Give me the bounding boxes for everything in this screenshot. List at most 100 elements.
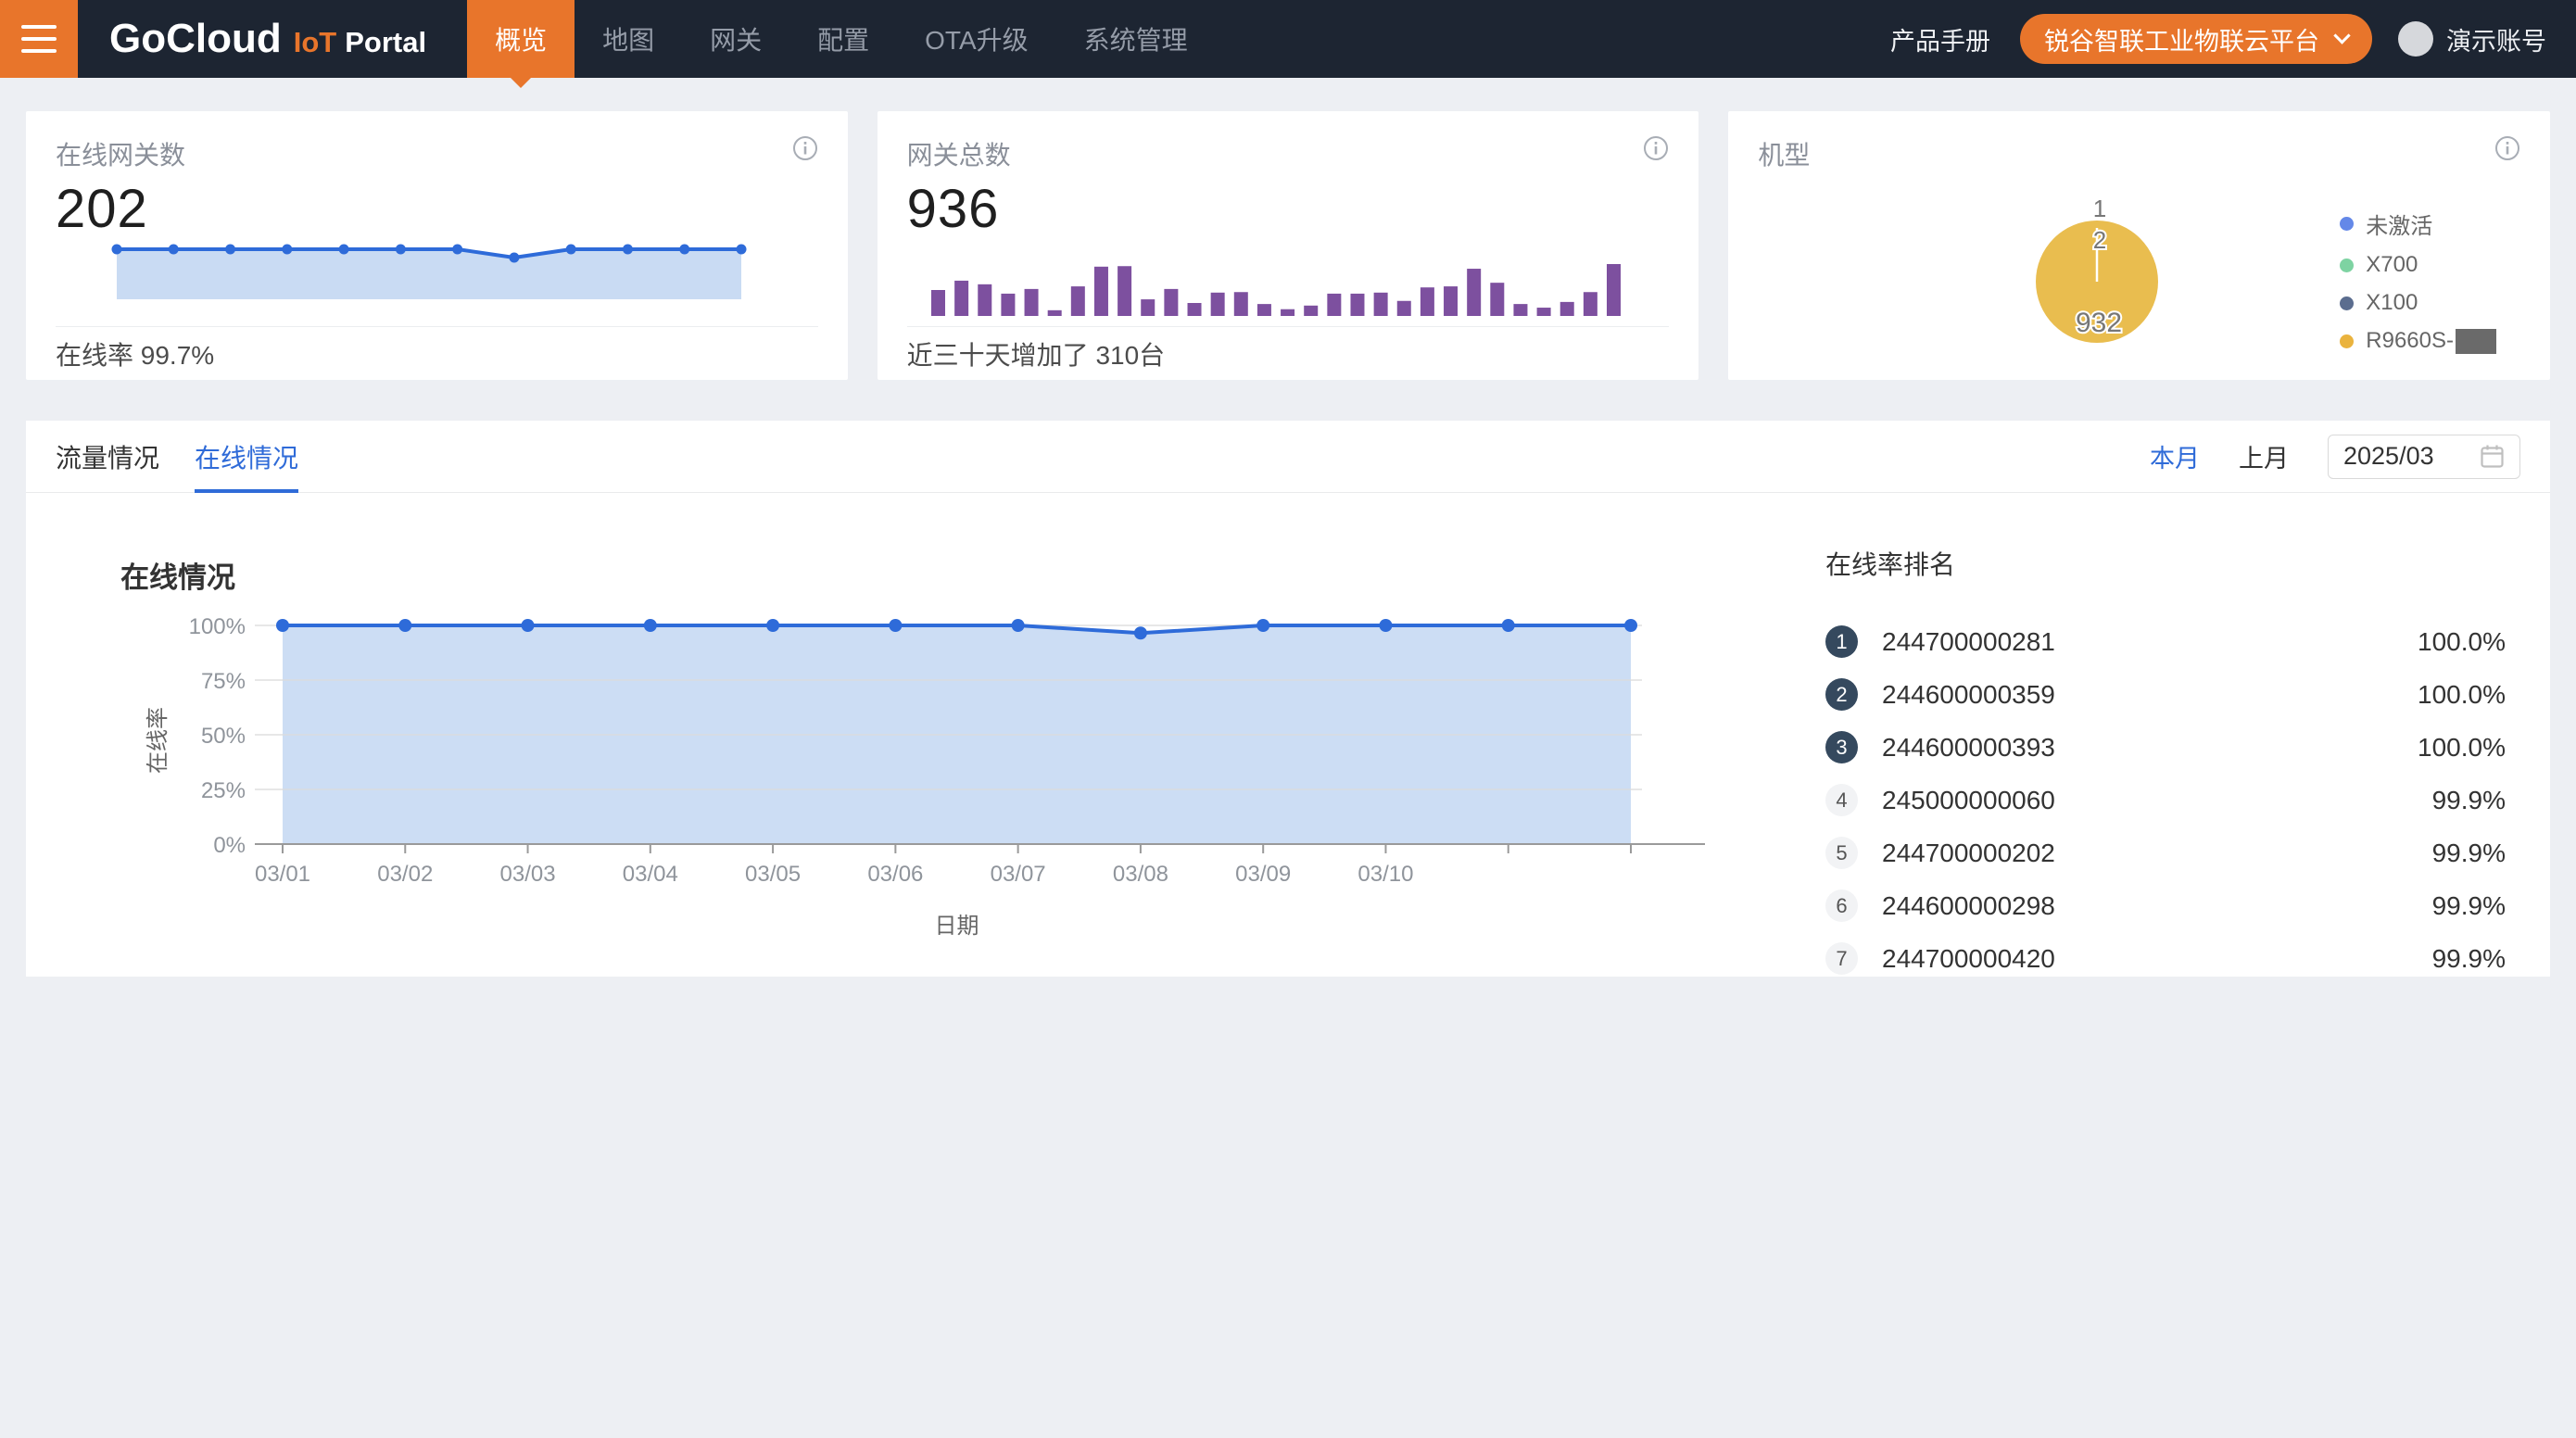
- online-rate-area-chart: 0%25%50%75%100%03/0103/0203/0303/0403/05…: [56, 603, 1714, 948]
- legend-item-inactive[interactable]: 未激活: [2340, 208, 2496, 240]
- svg-text:03/06: 03/06: [867, 862, 923, 887]
- svg-text:在线率: 在线率: [145, 707, 170, 774]
- top-navigation-bar: GoCloud IoT Portal 概览 地图 网关 配置 OTA升级 系统管…: [0, 0, 2576, 78]
- svg-text:100%: 100%: [189, 614, 246, 639]
- product-manual-link[interactable]: 产品手册: [1890, 21, 1990, 57]
- main-nav: 概览 地图 网关 配置 OTA升级 系统管理: [467, 0, 1216, 78]
- avatar[interactable]: [2398, 21, 2433, 57]
- online-rate-value: 100.0%: [2418, 627, 2506, 657]
- legend-item-x100[interactable]: X100: [2340, 290, 2496, 316]
- info-icon[interactable]: [792, 135, 818, 161]
- model-legend: 未激活 X700 X100 R9660S-: [2340, 196, 2496, 366]
- topbar-right-area: 产品手册 锐谷智联工业物联云平台 演示账号: [1890, 14, 2576, 64]
- growth-footer: 近三十天增加了 310台: [907, 335, 1166, 372]
- gateway-id: 245000000060: [1882, 786, 2055, 815]
- total-gateways-count: 936: [907, 178, 1670, 240]
- nav-tab-overview[interactable]: 概览: [467, 0, 575, 78]
- legend-dot: [2340, 259, 2354, 272]
- ranking-row[interactable]: 2 244600000359 100.0%: [1825, 668, 2506, 721]
- chart-title: 在线情况: [120, 554, 1686, 596]
- page-content: 在线网关数 202 在线率 99.7% 网关总数 936: [0, 78, 2576, 977]
- nav-tab-system[interactable]: 系统管理: [1056, 0, 1216, 78]
- svg-text:932: 932: [2076, 308, 2122, 338]
- svg-text:03/10: 03/10: [1357, 862, 1413, 887]
- ranking-row[interactable]: 5 244700000202 99.9%: [1825, 826, 2506, 879]
- online-rate-value: 100.0%: [2418, 733, 2506, 763]
- calendar-icon: [2480, 444, 2505, 469]
- card-title: 网关总数: [907, 135, 1011, 172]
- legend-dot: [2340, 217, 2354, 231]
- hamburger-menu-icon[interactable]: [0, 0, 78, 78]
- svg-text:03/02: 03/02: [377, 862, 433, 887]
- legend-label: R9660S-: [2366, 328, 2454, 354]
- ranking-row[interactable]: 7 244700000420 99.9%: [1825, 932, 2506, 985]
- gateway-id: 244600000298: [1882, 891, 2055, 921]
- nav-tab-gateway[interactable]: 网关: [682, 0, 789, 78]
- legend-label: X700: [2366, 252, 2418, 278]
- panel-body: 在线情况 0%25%50%75%100%03/0103/0203/0303/04…: [26, 493, 2550, 985]
- online-rate-value: 99.9%: [2432, 944, 2506, 974]
- svg-text:03/09: 03/09: [1235, 862, 1291, 887]
- detail-panel: 流量情况 在线情况 本月 上月 2025/03 在线情况 0%25%50%75%…: [26, 421, 2550, 977]
- redacted-label-box: [2456, 329, 2496, 354]
- svg-text:日期: 日期: [935, 914, 979, 939]
- rank-badge: 3: [1825, 731, 1858, 763]
- gateway-id: 244600000393: [1882, 733, 2055, 763]
- nav-tab-map[interactable]: 地图: [575, 0, 682, 78]
- ranking-row[interactable]: 3 244600000393 100.0%: [1825, 721, 2506, 774]
- rank-badge: 1: [1825, 625, 1858, 658]
- legend-label: X100: [2366, 290, 2418, 316]
- nav-tab-ota[interactable]: OTA升级: [897, 0, 1055, 78]
- online-rate-footer: 在线率 99.7%: [56, 335, 214, 372]
- svg-text:03/08: 03/08: [1113, 862, 1168, 887]
- info-icon[interactable]: [1643, 135, 1669, 161]
- legend-label: 未激活: [2366, 208, 2432, 240]
- svg-text:75%: 75%: [201, 669, 246, 694]
- online-rate-value: 99.9%: [2432, 786, 2506, 815]
- rank-badge: 6: [1825, 889, 1858, 922]
- this-month-button[interactable]: 本月: [2150, 438, 2200, 474]
- tab-online-status[interactable]: 在线情况: [195, 421, 298, 492]
- ranking-row[interactable]: 6 244600000298 99.9%: [1825, 879, 2506, 932]
- svg-text:25%: 25%: [201, 778, 246, 803]
- svg-text:0%: 0%: [213, 833, 246, 858]
- svg-text:1: 1: [2093, 195, 2106, 222]
- rank-badge: 4: [1825, 784, 1858, 816]
- gateway-id: 244700000281: [1882, 627, 2055, 657]
- online-status-chart-area: 在线情况 0%25%50%75%100%03/0103/0203/0303/04…: [56, 502, 1686, 985]
- chevron-down-icon: [2333, 27, 2350, 44]
- rank-badge: 5: [1825, 837, 1858, 869]
- app-logo: GoCloud IoT Portal: [109, 16, 426, 62]
- tab-traffic[interactable]: 流量情况: [56, 421, 159, 492]
- gateway-id: 244700000420: [1882, 944, 2055, 974]
- month-picker[interactable]: 2025/03: [2328, 435, 2520, 479]
- gateway-id: 244600000359: [1882, 680, 2055, 710]
- account-name: 演示账号: [2446, 21, 2546, 57]
- online-rate-value: 99.9%: [2432, 839, 2506, 868]
- card-title: 在线网关数: [56, 135, 185, 172]
- legend-item-r9660s[interactable]: R9660S-: [2340, 328, 2496, 354]
- ranking-row[interactable]: 1 244700000281 100.0%: [1825, 615, 2506, 668]
- logo-accent-text: IoT: [294, 26, 337, 59]
- svg-text:03/03: 03/03: [500, 862, 556, 887]
- nav-tab-config[interactable]: 配置: [789, 0, 897, 78]
- online-rate-value: 99.9%: [2432, 891, 2506, 921]
- card-title: 机型: [1758, 135, 1810, 172]
- online-rate-value: 100.0%: [2418, 680, 2506, 710]
- gateway-growth-bar-chart: [931, 260, 1621, 318]
- svg-text:03/07: 03/07: [991, 862, 1046, 887]
- last-month-button[interactable]: 上月: [2239, 438, 2289, 474]
- ranking-row[interactable]: 4 245000000060 99.9%: [1825, 774, 2506, 826]
- svg-text:03/05: 03/05: [745, 862, 801, 887]
- stat-cards-row: 在线网关数 202 在线率 99.7% 网关总数 936: [26, 111, 2550, 380]
- info-icon[interactable]: [2494, 135, 2520, 161]
- logo-suffix-text: Portal: [345, 26, 426, 59]
- legend-dot: [2340, 334, 2354, 348]
- month-picker-value: 2025/03: [2343, 442, 2434, 471]
- online-gateways-sparkline: [109, 242, 749, 303]
- svg-text:03/04: 03/04: [623, 862, 678, 887]
- rank-badge: 2: [1825, 678, 1858, 711]
- ranking-title: 在线率排名: [1825, 545, 2506, 582]
- legend-item-x700[interactable]: X700: [2340, 252, 2496, 278]
- org-selector-button[interactable]: 锐谷智联工业物联云平台: [2020, 14, 2372, 64]
